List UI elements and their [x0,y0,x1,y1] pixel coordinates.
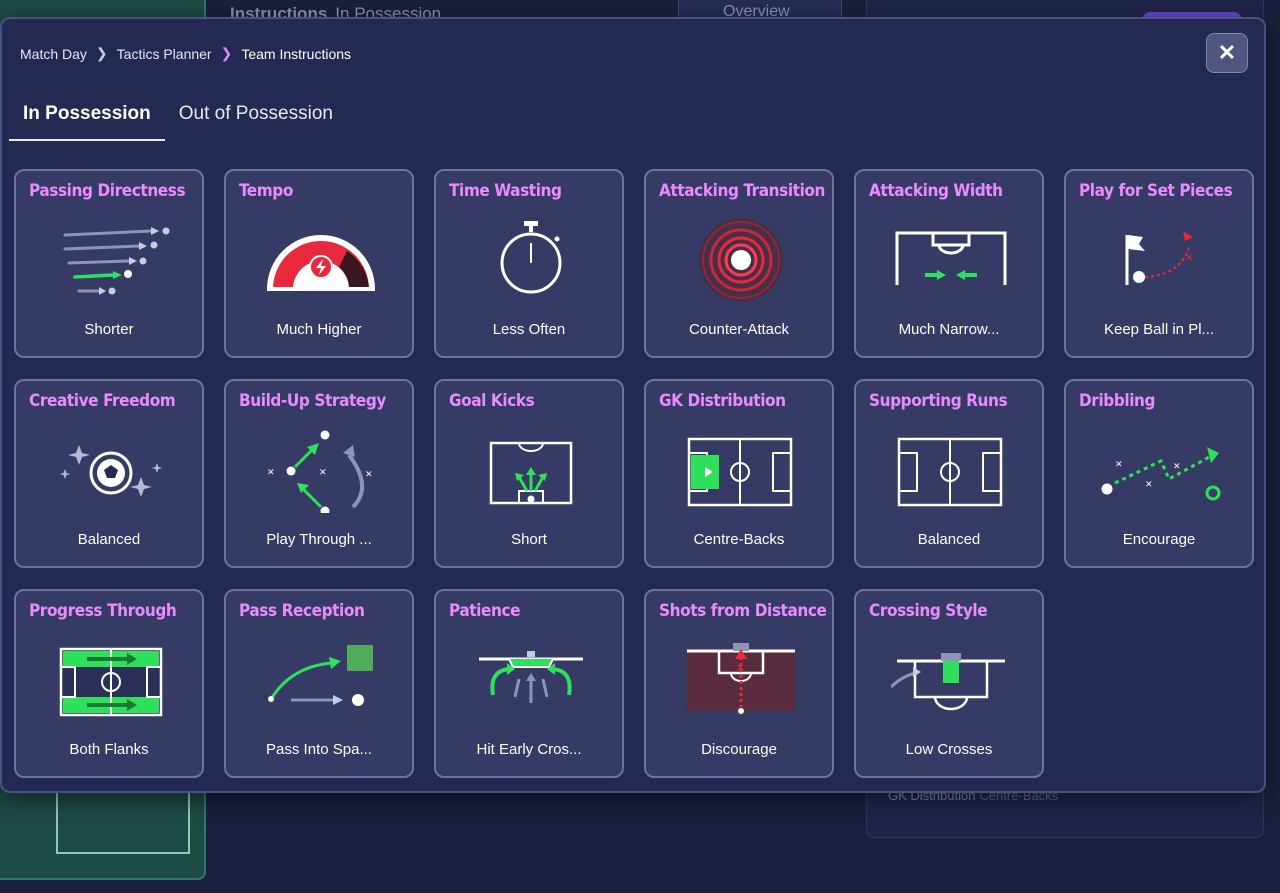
instruction-card-build-up-strategy[interactable]: Build-Up Strategy ✕ ✕ ✕ Play Through ... [224,379,414,568]
card-title: Attacking Transition [659,181,826,201]
card-value: Play Through ... [266,531,372,548]
card-title: Shots from Distance [659,601,827,621]
card-title: Tempo [239,181,293,201]
close-button[interactable]: ✕ [1206,33,1248,73]
card-title: Supporting Runs [869,391,1008,411]
card-title: Attacking Width [869,181,1003,201]
card-value: Counter-Attack [688,321,790,338]
tab-out-of-possession[interactable]: Out of Possession [165,99,347,141]
card-value: Balanced [917,531,981,548]
chevron-right-icon: ❯ [95,45,108,61]
card-value: Keep Ball in Pl... [1103,321,1215,338]
supporting-runs-pitch-icon [891,427,1011,513]
instruction-card-time-wasting[interactable]: Time Wasting Less Often [434,169,624,358]
dribbling-icon: ✕ ✕ ✕ [1101,427,1221,513]
card-title: Goal Kicks [449,391,535,411]
card-title: Passing Directness [29,181,186,201]
instruction-card-passing-directness[interactable]: Passing Directness Shorter [14,169,204,358]
goal-kicks-icon [471,427,591,513]
card-value: Balanced [77,531,141,548]
card-title: Progress Through [29,601,177,621]
svg-text:✕: ✕ [736,663,744,674]
card-value: Pass Into Spa... [266,741,372,758]
instruction-card-supporting-runs[interactable]: Supporting Runs Balanced [854,379,1044,568]
instruction-card-creative-freedom[interactable]: Creative Freedom Balanced [14,379,204,568]
card-title: GK Distribution [659,391,786,411]
instruction-card-play-for-set-pieces[interactable]: Play for Set Pieces ✕ Keep Ball in Pl... [1064,169,1254,358]
card-title: Patience [449,601,521,621]
card-value: Much Higher [276,321,362,338]
patience-icon [471,637,591,723]
breadcrumb-tactics-planner[interactable]: Tactics Planner [117,46,212,62]
set-pieces-flag-icon: ✕ [1101,217,1221,303]
svg-text:✕: ✕ [365,470,373,480]
instruction-card-progress-through[interactable]: Progress Through Both Flanks [14,589,204,778]
tempo-gauge-icon [261,217,381,303]
card-value: Less Often [492,321,566,338]
card-title: Time Wasting [449,181,562,201]
pass-reception-icon [261,637,381,723]
svg-text:✕: ✕ [1185,253,1193,264]
instruction-card-attacking-width[interactable]: Attacking Width Much Narrow... [854,169,1044,358]
card-title: Creative Freedom [29,391,176,411]
instruction-card-gk-distribution[interactable]: GK Distribution Centre-Backs [644,379,834,568]
tab-bar: In Possession Out of Possession [9,99,347,141]
counter-attack-icon [681,217,801,303]
breadcrumb-match-day[interactable]: Match Day [20,46,87,62]
instruction-card-tempo[interactable]: Tempo Much Higher [224,169,414,358]
crossing-style-icon [889,637,1011,723]
team-instructions-modal: Match Day ❯ Tactics Planner ❯ Team Instr… [0,17,1266,793]
card-title: Build-Up Strategy [239,391,387,411]
card-value: Encourage [1122,531,1196,548]
card-value: Both Flanks [69,741,149,758]
tab-in-possession[interactable]: In Possession [9,99,165,141]
shots-from-distance-icon: ✕ [681,637,801,723]
instruction-card-dribbling[interactable]: Dribbling ✕ ✕ ✕ Encourage [1064,379,1254,568]
svg-text:✕: ✕ [319,468,327,478]
instruction-card-attacking-transition[interactable]: Attacking Transition Counter-Attack [644,169,834,358]
svg-text:✕: ✕ [1173,462,1181,472]
card-value: Much Narrow... [898,321,1000,338]
card-value: Short [511,531,547,548]
passing-directness-icon [51,217,171,303]
pitch-line [56,852,190,854]
attacking-width-icon [891,217,1011,303]
instruction-card-shots-from-distance[interactable]: Shots from Distance ✕ Discourage [644,589,834,778]
instruction-card-patience[interactable]: Patience Hit Early Cros... [434,589,624,778]
build-up-strategy-icon: ✕ ✕ ✕ [261,427,381,516]
breadcrumb: Match Day ❯ Tactics Planner ❯ Team Instr… [20,45,351,62]
card-value: Discourage [701,741,777,758]
card-title: Pass Reception [239,601,365,621]
breadcrumb-team-instructions: Team Instructions [241,45,352,62]
close-icon: ✕ [1217,40,1237,65]
card-value: Centre-Backs [693,531,785,548]
creative-freedom-ball-icon [51,427,171,513]
progress-through-flanks-icon [51,637,171,723]
svg-text:✕: ✕ [1145,480,1153,490]
card-value: Low Crosses [905,741,993,758]
card-title: Dribbling [1079,391,1156,411]
card-title: Crossing Style [869,601,988,621]
svg-text:✕: ✕ [267,468,275,478]
instructions-grid: Passing Directness Shorter Tempo Much Hi… [14,169,1254,778]
stopwatch-icon [471,217,591,303]
gk-distribution-pitch-icon [681,427,801,513]
chevron-right-icon: ❯ [220,45,233,61]
instruction-card-crossing-style[interactable]: Crossing Style Low Crosses [854,589,1044,778]
card-title: Play for Set Pieces [1079,181,1233,201]
card-value: Shorter [84,321,134,338]
instruction-card-goal-kicks[interactable]: Goal Kicks Short [434,379,624,568]
svg-text:✕: ✕ [1115,460,1123,470]
instruction-card-pass-reception[interactable]: Pass Reception Pass Into Spa... [224,589,414,778]
card-value: Hit Early Cros... [476,741,582,758]
